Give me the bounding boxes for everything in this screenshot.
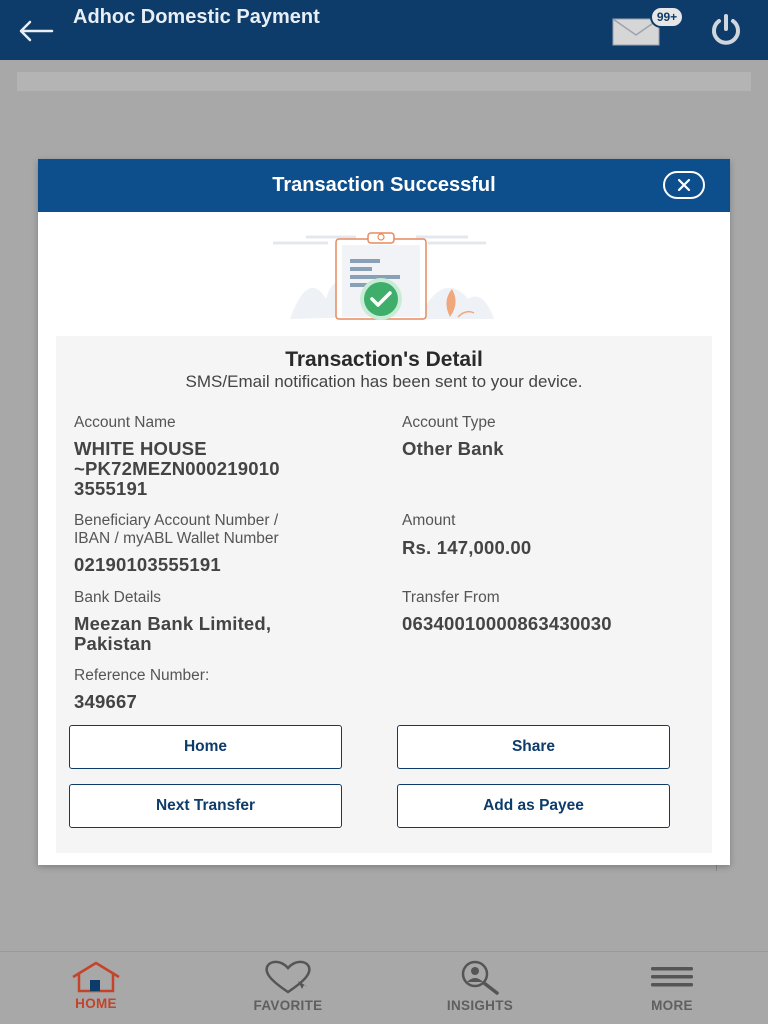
next-transfer-button[interactable]: Next Transfer	[69, 784, 342, 828]
nav-label-insights: INSIGHTS	[446, 998, 514, 1013]
nav-label-more: MORE	[651, 998, 693, 1013]
nav-label-home: HOME	[75, 996, 117, 1011]
transfer-from-value: 06340010000863430030	[402, 613, 612, 634]
nav-item-insights[interactable]: INSIGHTS	[420, 952, 540, 1024]
account-name-value-line-1: WHITE HOUSE	[74, 438, 207, 459]
add-as-payee-button[interactable]: Add as Payee	[397, 784, 670, 828]
transaction-detail-panel: Transaction's Detail SMS/Email notificat…	[56, 336, 712, 853]
power-icon	[712, 14, 740, 45]
reference-number-label: Reference Number:	[74, 667, 210, 684]
clipboard-success-illustration	[273, 232, 494, 320]
account-type-label: Account Type	[402, 414, 496, 431]
background-strip	[17, 72, 751, 91]
close-icon	[677, 178, 691, 192]
bottom-navigation: HOME FAVORITE INSIGHTS MORE	[0, 951, 768, 1024]
bank-details-value-line-1: Meezan Bank Limited,	[74, 613, 272, 634]
amount-label: Amount	[402, 512, 456, 529]
insights-search-icon	[420, 958, 540, 996]
transaction-success-dialog: Transaction Successful Transaction's Det…	[38, 159, 730, 865]
logout-button[interactable]	[704, 10, 748, 50]
close-dialog-button[interactable]	[663, 171, 705, 199]
back-arrow-icon	[19, 20, 54, 42]
beneficiary-label-line-2: IBAN / myABL Wallet Number	[74, 530, 279, 547]
nav-item-more[interactable]: MORE	[612, 952, 732, 1024]
share-button[interactable]: Share	[397, 725, 670, 769]
account-name-value-line-3: 3555191	[74, 478, 148, 499]
reference-number-value: 349667	[74, 691, 137, 712]
unread-count-badge: 99+	[650, 6, 684, 28]
bank-details-value-line-2: Pakistan	[74, 633, 152, 654]
beneficiary-account-value: 02190103555191	[74, 554, 221, 575]
beneficiary-label-line-1: Beneficiary Account Number /	[74, 512, 279, 529]
account-name-value-line-2: ~PK72MEZN000219010	[74, 458, 280, 479]
page-title: Adhoc Domestic Payment	[73, 6, 320, 28]
account-name-label: Account Name	[74, 414, 176, 431]
home-button[interactable]: Home	[69, 725, 342, 769]
notification-message: SMS/Email notification has been sent to …	[185, 372, 583, 391]
nav-label-favorite: FAVORITE	[253, 998, 323, 1013]
messages-button[interactable]: 99+	[610, 6, 684, 46]
nav-item-home[interactable]: HOME	[36, 952, 156, 1024]
nav-item-favorite[interactable]: FAVORITE	[228, 952, 348, 1024]
account-type-value: Other Bank	[402, 438, 504, 459]
home-icon	[36, 958, 156, 996]
back-button[interactable]	[14, 14, 58, 48]
dialog-header: Transaction Successful	[38, 159, 730, 212]
heart-icon	[228, 958, 348, 996]
detail-title: Transaction's Detail	[285, 348, 483, 371]
amount-value: Rs. 147,000.00	[402, 537, 532, 558]
bank-details-label: Bank Details	[74, 589, 162, 606]
transfer-from-label: Transfer From	[402, 589, 500, 606]
menu-icon	[612, 958, 732, 996]
app-header: Adhoc Domestic Payment 99+	[0, 0, 768, 60]
dialog-title: Transaction Successful	[272, 174, 496, 196]
